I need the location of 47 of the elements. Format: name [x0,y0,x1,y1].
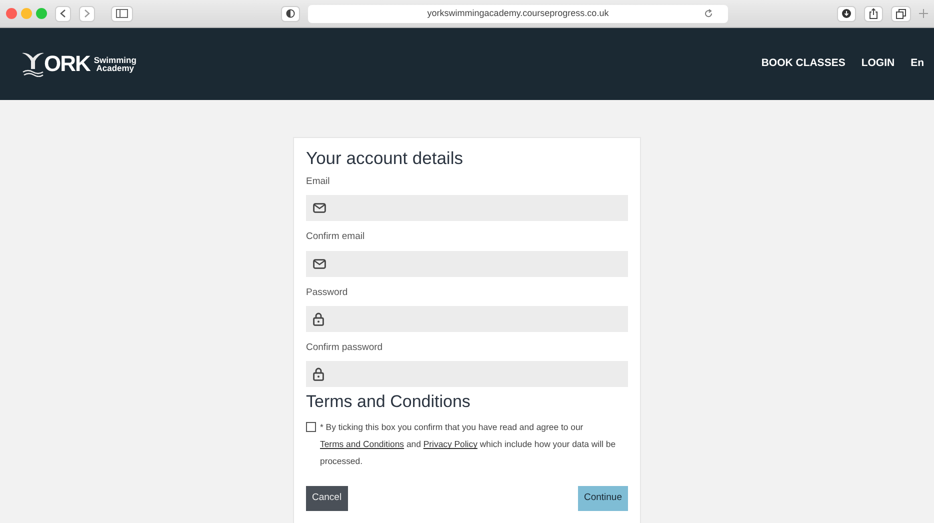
consent-text: * By ticking this box you confirm that you have read and agree to our Terms and Conditions and Privacy Policy which include how your data will be processed. [320,421,617,468]
shield-button[interactable] [281,6,300,22]
zoom-icon[interactable] [36,8,47,19]
reload-icon[interactable] [704,9,713,18]
cancel-button[interactable]: Cancel [306,486,348,511]
url-text: yorkswimmingacademy.courseprogress.co.uk [427,6,609,20]
close-icon[interactable] [6,8,17,19]
lock-icon [313,367,324,381]
new-tab-icon[interactable] [919,9,928,18]
shield-icon [286,9,295,18]
field-label: Password [306,286,349,300]
continue-button[interactable]: Continue [578,486,628,511]
input-field[interactable] [306,195,628,222]
text-link[interactable]: Terms and Conditions [320,439,404,450]
chevron-right-icon [84,9,90,18]
field-label: Confirm password [306,340,384,355]
envelope-icon [313,203,326,214]
sidebar-button[interactable] [111,6,133,22]
forward-button[interactable] [79,6,95,22]
checkbox[interactable] [306,422,316,432]
download-icon [842,9,851,18]
download-button[interactable] [837,6,856,22]
lock-icon [313,312,324,326]
input-field[interactable] [306,306,628,332]
field-label: Confirm email [306,230,366,244]
tabs-icon [896,8,906,18]
field-label: Email [306,175,331,189]
back-button[interactable] [55,6,71,22]
form-title: Your account details [306,148,464,169]
input-field[interactable] [306,361,628,387]
text-link[interactable]: Privacy Policy [423,439,478,450]
share-icon [869,8,878,19]
tabs-button[interactable] [891,6,911,22]
logo-subtitle: Academy [96,64,134,72]
input-field[interactable] [306,250,628,276]
envelope-icon [313,258,326,268]
logo-text: ORK [44,53,90,75]
section-title: Terms and Conditions [306,392,472,412]
nav-link[interactable]: En [910,56,924,72]
nav-link[interactable]: BOOK CLASSES [761,56,846,72]
logo-subtitle: Swimming [94,56,136,64]
sidebar-icon [116,9,128,18]
nav-link[interactable]: LOGIN [861,56,895,72]
whale-tail-icon [22,51,44,77]
share-button[interactable] [864,6,883,22]
chevron-left-icon [60,9,66,18]
url-bar[interactable]: yorkswimmingacademy.courseprogress.co.uk [308,4,728,22]
